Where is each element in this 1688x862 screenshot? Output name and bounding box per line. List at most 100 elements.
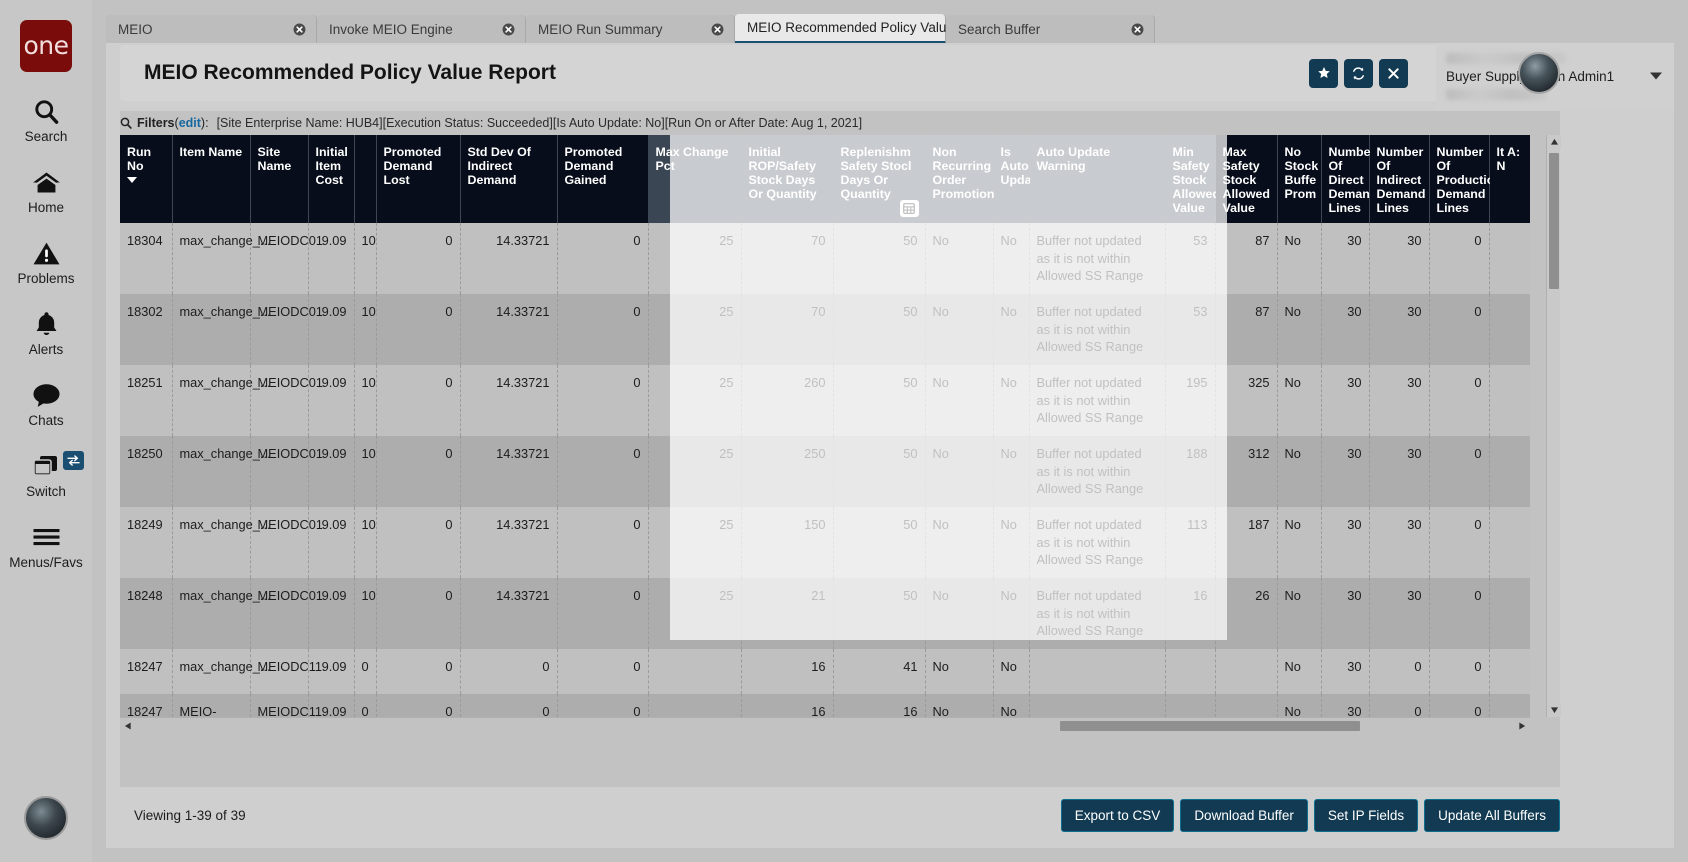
table-row[interactable]: 18251max_change_...MEIODC019.0910014.337…	[120, 365, 1530, 436]
swap-arrows-icon[interactable]	[63, 451, 84, 470]
col-max-change-pct[interactable]: Max Change Pct	[648, 135, 741, 223]
table-row[interactable]: 18249max_change_...MEIODC019.0910014.337…	[120, 507, 1530, 578]
table-cell: 30	[1369, 436, 1429, 507]
vertical-scrollbar[interactable]	[1546, 135, 1560, 717]
table-cell: 14.33721	[460, 436, 557, 507]
horizontal-scrollbar[interactable]	[120, 717, 1530, 733]
table-cell: 14.33721	[460, 294, 557, 365]
col-std-dev-of-indirect-demand[interactable]: Std Dev Of Indirect Demand	[460, 135, 557, 223]
home-icon	[0, 167, 92, 197]
col-label: Replenishm Safety Stocl Days Or Quantity	[841, 145, 912, 201]
tab-meio-recommended-policy-value[interactable]: MEIO Recommended Policy Valu...	[735, 14, 946, 44]
col-initial-rop-safety-stock[interactable]: Initial ROP/Safety Stock Days Or Quantit…	[741, 135, 833, 223]
table-cell	[648, 694, 741, 717]
table-cell: No	[925, 694, 993, 717]
sidebar-item-menus-favs[interactable]: Menus/Favs	[0, 522, 92, 570]
table-cell: No	[1277, 578, 1321, 649]
table-row[interactable]: 18247MEIO-Item01MEIODC119.0900001616NoNo…	[120, 694, 1530, 717]
export-to-csv-button[interactable]: Export to CSV	[1061, 799, 1175, 832]
col-site-name[interactable]: Site Name	[250, 135, 308, 223]
sidebar-item-chats[interactable]: Chats	[0, 380, 92, 428]
col-number-of-production-demand-lines[interactable]: Number Of Productio Demand Lines	[1429, 135, 1489, 223]
hamburger-icon	[0, 522, 92, 552]
table-cell: 18247	[120, 649, 172, 694]
col-replenishment-safety-stock[interactable]: Replenishm Safety Stocl Days Or Quantity	[833, 135, 925, 223]
download-buffer-button[interactable]: Download Buffer	[1180, 799, 1308, 832]
sidebar-item-switch[interactable]: Switch	[0, 451, 92, 499]
col-label: Promoted Demand Gained	[565, 145, 623, 187]
table-cell: No	[925, 649, 993, 694]
col-initial-item-cost[interactable]: Initial Item Cost	[308, 135, 354, 223]
footer-actions: Export to CSV Download Buffer Set IP Fie…	[1061, 799, 1560, 832]
table-row[interactable]: 18248max_change_...MEIODC019.0910014.337…	[120, 578, 1530, 649]
favorite-button[interactable]	[1309, 59, 1338, 88]
table-cell: 0	[1429, 223, 1489, 294]
sidebar-avatar[interactable]	[24, 796, 68, 840]
sidebar-item-alerts[interactable]: Alerts	[0, 309, 92, 357]
table-row[interactable]: 18304max_change_...MEIODC019.0910014.337…	[120, 223, 1530, 294]
close-button[interactable]	[1379, 59, 1408, 88]
sidebar-item-home[interactable]: Home	[0, 167, 92, 215]
table-cell: 53	[1165, 294, 1215, 365]
vertical-scroll-thumb[interactable]	[1549, 153, 1559, 289]
col-label: Promoted Demand Lost	[384, 145, 442, 187]
scroll-up-icon[interactable]	[1547, 135, 1561, 149]
table-cell	[1029, 649, 1165, 694]
close-icon[interactable]	[693, 23, 724, 36]
col-label: Auto Update Warning	[1037, 145, 1111, 173]
col-item-name[interactable]: Item Name	[172, 135, 250, 223]
chevron-down-icon[interactable]	[1650, 73, 1662, 80]
col-run-no[interactable]: Run No	[120, 135, 172, 223]
scroll-right-icon[interactable]	[1514, 718, 1530, 734]
app-logo-text: one	[23, 33, 68, 58]
tab-invoke-meio-engine[interactable]: Invoke MEIO Engine	[317, 15, 526, 44]
col-item-alt-name[interactable]: It A: N	[1489, 135, 1530, 223]
table-cell: 150	[741, 507, 833, 578]
col-unnamed[interactable]	[354, 135, 376, 223]
refresh-button[interactable]	[1344, 59, 1373, 88]
table-icon[interactable]	[900, 200, 919, 217]
set-ip-fields-button[interactable]: Set IP Fields	[1314, 799, 1418, 832]
tab-meio[interactable]: MEIO	[106, 15, 317, 44]
table-cell: 18247	[120, 694, 172, 717]
tab-search-buffer[interactable]: Search Buffer	[946, 15, 1155, 44]
data-grid[interactable]: Run No Item Name Site Name Initial Item …	[120, 135, 1530, 717]
scroll-down-icon[interactable]	[1547, 703, 1561, 717]
col-promoted-demand-lost[interactable]: Promoted Demand Lost	[376, 135, 460, 223]
tab-meio-run-summary[interactable]: MEIO Run Summary	[526, 15, 735, 44]
horizontal-scroll-thumb[interactable]	[1060, 721, 1360, 731]
page-card: MEIO Recommended Policy Value Report	[106, 43, 1674, 848]
sidebar-item-search[interactable]: Search	[0, 96, 92, 144]
avatar[interactable]	[1518, 52, 1560, 94]
sidebar-item-problems[interactable]: Problems	[0, 238, 92, 286]
col-min-safety-stock-allowed-value[interactable]: Min Safety Stock Allowed Value	[1165, 135, 1215, 223]
close-icon[interactable]	[484, 23, 515, 36]
col-is-auto-update[interactable]: Is Auto Updat	[993, 135, 1029, 223]
table-cell: 14.33721	[460, 507, 557, 578]
col-non-recurring-order-promotion[interactable]: Non Recurring Order Promotion	[925, 135, 993, 223]
col-max-safety-stock-allowed-value[interactable]: Max Safety Stock Allowed Value	[1215, 135, 1277, 223]
page-footer: Viewing 1-39 of 39 Export to CSV Downloa…	[120, 795, 1560, 835]
col-number-of-indirect-demand-lines[interactable]: Number Of Indirect Demand Lines	[1369, 135, 1429, 223]
table-row[interactable]: 18247max_change_...MEIODC119.0900001641N…	[120, 649, 1530, 694]
table-row[interactable]: 18302max_change_...MEIODC019.0910014.337…	[120, 294, 1530, 365]
table-cell: No	[993, 578, 1029, 649]
close-icon[interactable]	[275, 23, 306, 36]
scroll-left-icon[interactable]	[120, 718, 136, 734]
table-cell: No	[993, 694, 1029, 717]
update-all-buffers-button[interactable]: Update All Buffers	[1424, 799, 1560, 832]
table-cell: No	[1277, 436, 1321, 507]
filters-values: [Site Enterprise Name: HUB4][Execution S…	[217, 116, 863, 130]
table-row[interactable]: 18250max_change_...MEIODC019.0910014.337…	[120, 436, 1530, 507]
close-icon[interactable]	[1113, 23, 1144, 36]
col-promoted-demand-gained[interactable]: Promoted Demand Gained	[557, 135, 648, 223]
table-cell: max_change_...	[172, 649, 250, 694]
col-auto-update-warning[interactable]: Auto Update Warning	[1029, 135, 1165, 223]
table-cell	[1489, 578, 1530, 649]
col-no-stock-buffer-promotion[interactable]: No Stock Buffe Prom	[1277, 135, 1321, 223]
col-number-of-direct-demand-lines[interactable]: Number Of Direct Demand Lines	[1321, 135, 1369, 223]
app-logo[interactable]: one	[20, 20, 72, 72]
table-cell: MEIODC01	[250, 365, 308, 436]
table-cell: 0	[460, 649, 557, 694]
filters-edit-link[interactable]: edit	[179, 116, 201, 130]
